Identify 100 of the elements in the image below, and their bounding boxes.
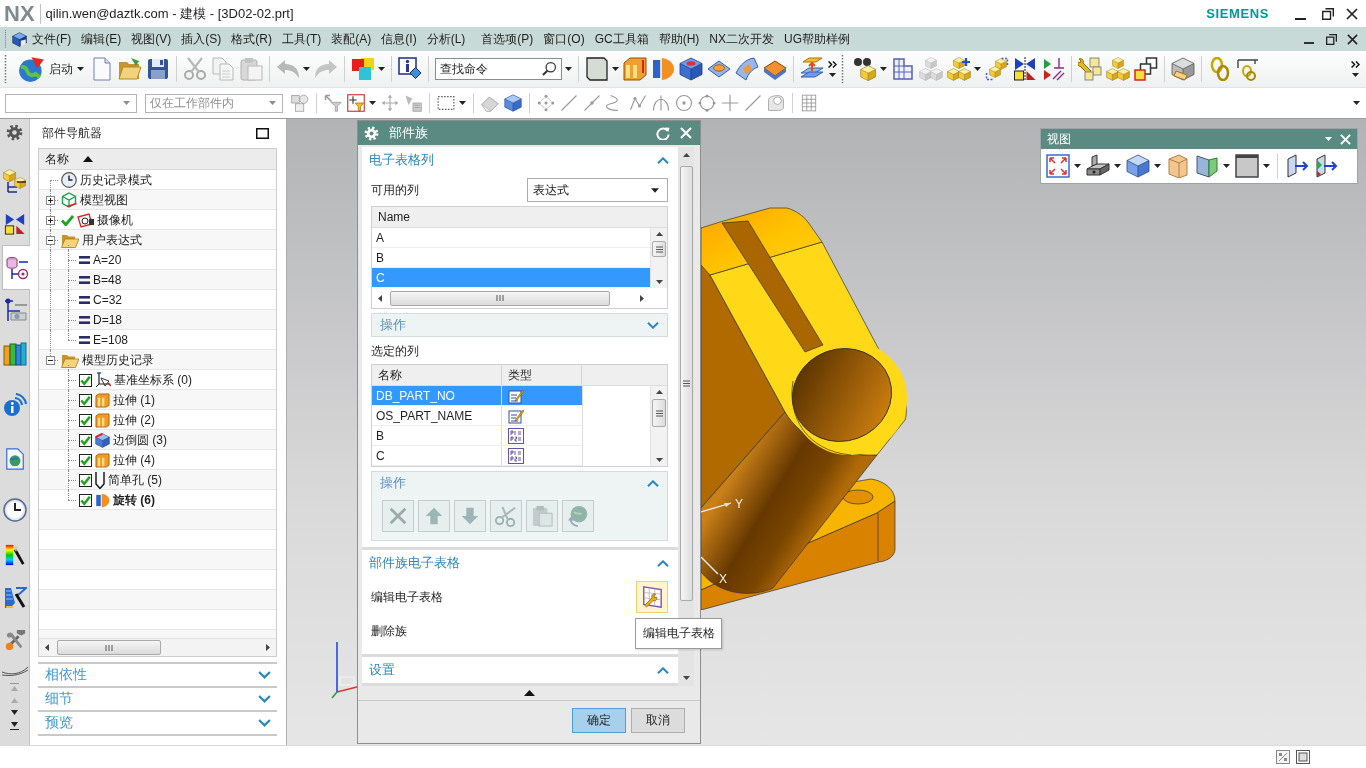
tree-item[interactable]: 拉伸 (1) xyxy=(113,391,155,409)
scrollbar[interactable] xyxy=(39,638,276,656)
restore-icon[interactable] xyxy=(1326,33,1337,45)
caret-icon[interactable] xyxy=(1223,164,1230,168)
section-header[interactable]: 电子表格列 xyxy=(362,147,678,173)
expand-icon[interactable] xyxy=(45,195,55,205)
tree-item[interactable]: A=20 xyxy=(93,253,122,267)
tree-item[interactable]: 历史记录模式 xyxy=(80,171,152,189)
binoculars-icon[interactable] xyxy=(853,57,877,81)
tree-item[interactable]: 基准坐标系 (0) xyxy=(114,371,192,389)
collapse-icon[interactable] xyxy=(45,355,55,365)
tree-item[interactable]: C=32 xyxy=(93,293,123,307)
caret-icon[interactable] xyxy=(1074,164,1081,168)
line-midpoint-icon[interactable] xyxy=(583,94,601,112)
caret-icon[interactable] xyxy=(829,73,836,77)
scroll-up-icon[interactable] xyxy=(683,153,690,157)
menu-item[interactable]: 视图(V) xyxy=(126,29,177,49)
menu-item[interactable]: 信息(I) xyxy=(376,29,422,49)
source-dropdown[interactable]: 表达式 xyxy=(527,178,668,202)
linked-squares-icon[interactable] xyxy=(1134,57,1158,81)
menu-item[interactable]: UG帮助样例 xyxy=(779,29,855,49)
tree-item[interactable]: D=18 xyxy=(93,313,123,327)
menu-item[interactable]: 分析(L) xyxy=(421,29,471,49)
color-squares-icon[interactable] xyxy=(351,57,375,81)
line-icon[interactable] xyxy=(560,94,578,112)
menu-item[interactable]: 文件(F) xyxy=(27,29,77,49)
tree-item[interactable]: 模型视图 xyxy=(80,191,128,209)
settings-icon[interactable] xyxy=(6,124,23,141)
close-icon[interactable] xyxy=(1346,7,1358,20)
open-folder-icon[interactable] xyxy=(118,57,142,81)
crosshair-funnel-icon[interactable] xyxy=(347,94,365,112)
cancel-button[interactable]: 取消 xyxy=(631,708,685,733)
column-header[interactable]: 名称 xyxy=(372,365,502,385)
caret-icon[interactable] xyxy=(974,67,981,71)
tree-item[interactable]: B=48 xyxy=(93,273,122,287)
scrollbar-thumb[interactable] xyxy=(57,640,161,655)
tree-item[interactable]: 模型历史记录 xyxy=(82,351,154,369)
more-icon[interactable] xyxy=(1351,61,1360,68)
funnel-arrow-icon[interactable] xyxy=(324,94,342,112)
menu-item[interactable]: 格式(R) xyxy=(226,29,277,49)
perpendicular-parallel-icon[interactable] xyxy=(1041,57,1065,81)
collapse-icon[interactable] xyxy=(45,235,55,245)
maximize-icon[interactable] xyxy=(256,128,269,139)
section-header[interactable]: 设置 xyxy=(362,657,678,683)
fit-view-icon[interactable] xyxy=(1046,154,1070,178)
menu-item[interactable]: 帮助(H) xyxy=(653,29,705,49)
tree-item[interactable]: E=108 xyxy=(93,333,129,347)
scroll-left-icon[interactable] xyxy=(45,644,49,651)
layers-arrow-icon[interactable] xyxy=(800,57,824,81)
caret-icon[interactable] xyxy=(880,67,887,71)
arc-line-icon[interactable] xyxy=(652,94,670,112)
scrollbar-thumb[interactable] xyxy=(680,166,693,601)
tree-item[interactable]: 拉伸 (4) xyxy=(113,451,155,469)
grip-icon[interactable] xyxy=(4,30,7,48)
section-header[interactable]: 部件族电子表格 xyxy=(362,550,678,576)
more-icon[interactable] xyxy=(828,61,837,68)
caret-icon[interactable] xyxy=(1263,164,1270,168)
close-icon[interactable] xyxy=(1347,33,1358,45)
caret-icon[interactable] xyxy=(1352,73,1359,77)
command-search-field[interactable]: 查找命令 xyxy=(435,58,562,80)
checkbox[interactable] xyxy=(79,393,92,407)
move-cubes-icon[interactable] xyxy=(985,57,1009,81)
resource-tab[interactable] xyxy=(2,245,30,290)
checkbox[interactable] xyxy=(79,473,92,487)
half-disc-icon[interactable] xyxy=(651,57,675,81)
wrench-cubes-icon[interactable] xyxy=(1078,57,1102,81)
menu-item[interactable]: 装配(A) xyxy=(326,29,377,49)
search-icon[interactable] xyxy=(542,61,557,76)
selection-box-icon[interactable] xyxy=(1276,750,1290,764)
scrollbar-thumb[interactable] xyxy=(652,241,666,257)
reset-icon[interactable] xyxy=(656,126,670,140)
cube-icon[interactable] xyxy=(1126,154,1150,178)
checkbox[interactable] xyxy=(79,493,92,507)
bracket-icon[interactable] xyxy=(1086,154,1110,178)
caret-icon[interactable] xyxy=(303,67,310,71)
cube-icon[interactable] xyxy=(12,31,27,47)
plane-arrow-icon[interactable] xyxy=(1314,154,1338,178)
square-plane-icon[interactable] xyxy=(585,57,609,81)
check-icon[interactable] xyxy=(61,214,74,226)
checkbox[interactable] xyxy=(79,373,92,387)
scroll-right-icon[interactable] xyxy=(640,294,644,302)
circle-dot-icon[interactable] xyxy=(675,94,693,112)
caret-icon[interactable] xyxy=(1353,101,1360,105)
menu-item[interactable]: 首选项(P) xyxy=(476,29,539,49)
tree-item[interactable]: 旋转 (6) xyxy=(113,491,155,509)
tree-item[interactable]: 用户表达式 xyxy=(82,231,142,249)
chain-bracket-icon[interactable] xyxy=(1236,57,1260,81)
list-row[interactable]: A xyxy=(372,228,650,248)
scrollbar[interactable] xyxy=(650,386,667,466)
mirror-icon[interactable] xyxy=(1013,57,1037,81)
ok-button[interactable]: 确定 xyxy=(572,708,626,733)
circle-icon[interactable] xyxy=(698,94,716,112)
menu-item[interactable]: GC工具箱 xyxy=(589,29,654,49)
scroll-up-icon[interactable] xyxy=(655,232,663,236)
checkbox[interactable] xyxy=(79,433,92,447)
caret-icon[interactable] xyxy=(1114,164,1121,168)
tree-item[interactable]: 简单孔 (5) xyxy=(108,471,162,489)
menu-item[interactable]: 工具(T) xyxy=(277,29,327,49)
menu-item[interactable]: 编辑(E) xyxy=(76,29,127,49)
edit-spreadsheet-button[interactable] xyxy=(636,581,668,613)
